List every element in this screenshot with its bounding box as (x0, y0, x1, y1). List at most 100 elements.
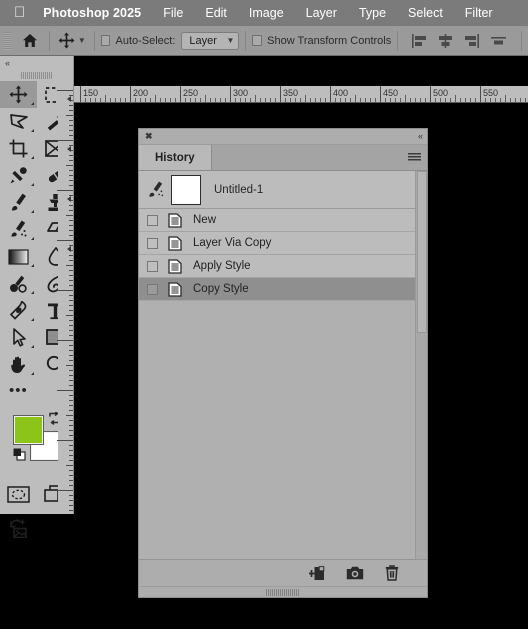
menu-edit[interactable]: Edit (205, 6, 227, 20)
default-colors-icon[interactable] (13, 448, 26, 461)
tool-hand[interactable] (0, 351, 37, 378)
double-chevron-left-icon[interactable]: « (418, 132, 423, 141)
history-brush-source-toggle[interactable] (147, 283, 158, 295)
tool-lasso[interactable] (0, 108, 37, 135)
ruler-minor-tick (240, 98, 241, 102)
ruler-minor-tick (66, 415, 73, 416)
tool-dodge[interactable] (0, 270, 37, 297)
ruler-marker-icon (67, 96, 71, 102)
ruler-minor-tick (69, 480, 73, 481)
history-state-row-selected[interactable]: Copy Style (139, 278, 415, 301)
ruler-minor-tick (85, 98, 86, 102)
ruler-minor-tick (275, 98, 276, 102)
options-bar: ▼ Auto-Select: Layer ▼ Show Transform Co… (0, 26, 528, 56)
tool-move[interactable] (0, 81, 37, 108)
foreground-color-swatch[interactable] (13, 415, 44, 445)
history-brush-source-toggle[interactable] (147, 214, 158, 226)
history-brush-source-toggle[interactable] (147, 237, 158, 249)
ruler-minor-tick (355, 95, 356, 102)
rotate-view-button[interactable] (0, 514, 37, 542)
ruler-minor-tick (69, 260, 73, 261)
ruler-minor-tick (69, 495, 73, 496)
ruler-minor-tick (69, 505, 73, 506)
panel-resize-grip[interactable] (139, 586, 427, 597)
ruler-minor-tick (385, 98, 386, 102)
active-tool-preset[interactable]: ▼ (56, 32, 88, 49)
tab-history[interactable]: History (139, 145, 212, 170)
ruler-label: 500 (433, 88, 449, 98)
document-state-icon (168, 212, 182, 228)
ruler-minor-tick (140, 98, 141, 102)
tool-pen[interactable] (0, 297, 37, 324)
history-scrollbar[interactable] (415, 171, 427, 559)
menu-image[interactable]: Image (249, 6, 284, 20)
menu-type[interactable]: Type (359, 6, 386, 20)
ruler-minor-tick (475, 98, 476, 102)
align-top-edges-icon[interactable] (490, 34, 507, 48)
auto-select-checkbox[interactable] (100, 35, 111, 46)
delete-state-button[interactable] (385, 565, 399, 581)
ruler-minor-tick (320, 98, 321, 102)
ruler-minor-tick (395, 98, 396, 102)
snapshot-label: Untitled-1 (214, 183, 264, 196)
vertical-ruler[interactable] (57, 86, 74, 514)
tool-gradient[interactable] (0, 243, 37, 270)
ruler-minor-tick (69, 295, 73, 296)
align-horizontal-centers-icon[interactable] (438, 33, 453, 48)
home-button[interactable] (17, 33, 43, 48)
hand-icon (9, 355, 28, 374)
tool-flyout-triangle-icon (31, 210, 34, 213)
ruler-major-tick (230, 86, 231, 102)
ruler-minor-tick (290, 98, 291, 102)
history-scrollbar-thumb[interactable] (417, 171, 427, 333)
align-right-edges-icon[interactable] (464, 33, 480, 48)
ruler-minor-tick (210, 98, 211, 102)
toolbox-drag-grip[interactable] (0, 69, 73, 81)
tool-path-selection[interactable] (0, 324, 37, 351)
chevron-down-icon[interactable]: ▼ (78, 36, 86, 45)
apple-logo-icon[interactable]:  (14, 5, 25, 20)
close-icon[interactable]: ✖ (145, 132, 153, 141)
panel-menu-button[interactable] (401, 145, 427, 170)
ruler-minor-tick (125, 98, 126, 102)
menu-file[interactable]: File (163, 6, 183, 20)
horizontal-ruler[interactable]: 150 200 250 300 350 400 450 500 550 (74, 86, 528, 103)
history-brush-source-toggle[interactable] (147, 260, 158, 272)
app-name-menu[interactable]: Photoshop 2025 (43, 6, 141, 20)
ruler-minor-tick (95, 98, 96, 102)
toolbox-collapse-button[interactable]: « (0, 56, 73, 69)
quick-mask-button[interactable] (0, 480, 37, 508)
ruler-minor-tick (285, 98, 286, 102)
create-new-snapshot-button[interactable] (346, 566, 364, 580)
panel-title-bar[interactable]: ✖ « (139, 129, 427, 145)
ruler-minor-tick (175, 98, 176, 102)
align-left-edges-icon[interactable] (412, 33, 427, 48)
tool-brush[interactable] (0, 189, 37, 216)
tool-history-brush[interactable] (0, 216, 37, 243)
history-brush-icon[interactable] (147, 181, 165, 199)
history-state-row[interactable]: Apply Style (139, 255, 415, 278)
auto-select-dropdown[interactable]: Layer ▼ (181, 31, 240, 50)
show-transform-controls-checkbox[interactable] (252, 35, 263, 46)
history-state-row[interactable]: Layer Via Copy (139, 232, 415, 255)
tool-eyedropper[interactable] (0, 162, 37, 189)
document-state-icon (168, 258, 182, 274)
menu-layer[interactable]: Layer (306, 6, 337, 20)
ruler-minor-tick (420, 98, 421, 102)
ruler-minor-tick (69, 320, 73, 321)
options-bar-grip[interactable] (3, 31, 12, 50)
history-snapshot-row[interactable]: Untitled-1 (139, 171, 415, 209)
create-document-from-state-button[interactable] (309, 565, 325, 581)
ruler-minor-tick (57, 90, 73, 91)
ruler-minor-tick (69, 380, 73, 381)
eyedropper-icon (9, 166, 28, 185)
history-state-row[interactable]: New (139, 209, 415, 232)
ruler-minor-tick (69, 445, 73, 446)
ruler-minor-tick (66, 465, 73, 466)
menu-select[interactable]: Select (408, 6, 443, 20)
ruler-minor-tick (66, 115, 73, 116)
tool-crop[interactable] (0, 135, 37, 162)
ruler-minor-tick (57, 340, 73, 341)
menu-filter[interactable]: Filter (465, 6, 493, 20)
tab-history-label: History (155, 151, 195, 164)
